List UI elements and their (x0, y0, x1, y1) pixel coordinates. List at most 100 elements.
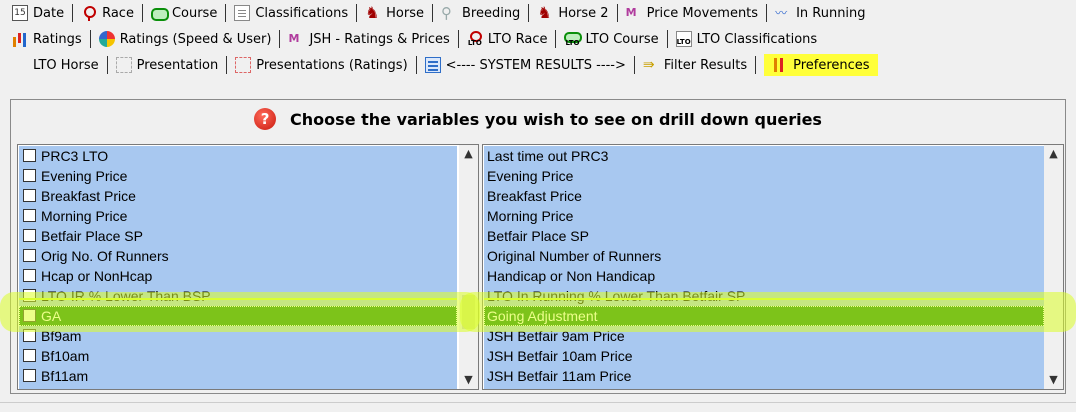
tab-in-running[interactable]: 〰 In Running (771, 2, 869, 24)
tab-ratings[interactable]: Ratings (8, 28, 86, 50)
checklist-item[interactable]: Hcap or NonHcap (19, 266, 457, 286)
classifications-icon (234, 5, 251, 21)
checklist-item[interactable]: Orig No. Of Runners (19, 246, 457, 266)
description-item[interactable]: Handicap or Non Handicap (484, 266, 1044, 286)
breeding-icon: ⚲ (440, 4, 452, 22)
checkbox[interactable] (23, 209, 36, 222)
tab-horse[interactable]: ♞ Horse (361, 2, 428, 24)
tab-label: Preferences (793, 57, 870, 73)
tab-ratings-speed-user[interactable]: Ratings (Speed & User) (95, 28, 276, 50)
checklist-item[interactable]: Bf11am (19, 366, 457, 386)
tab-row-1: 15 Date Race Course Classifications ♞ Horse ⚲ Br… (0, 0, 1076, 26)
tab-row-2: Ratings Ratings (Speed & User) M JSH - Rati… (0, 26, 1076, 52)
status-divider (0, 402, 1076, 403)
tab-filter-results[interactable]: ⇛ Filter Results (639, 54, 751, 76)
scroll-up-arrow-icon[interactable]: ▲ (459, 145, 478, 163)
left-list-scroll-thumb[interactable] (462, 295, 475, 329)
tab-label: Date (33, 5, 65, 21)
checkbox[interactable] (23, 169, 36, 182)
tab-breeding[interactable]: ⚲ Breeding (437, 2, 524, 24)
tab-jsh-ratings-prices[interactable]: M JSH - Ratings & Prices (284, 28, 453, 50)
tab-label: LTO Classifications (696, 31, 818, 47)
description-item[interactable]: Betfair Place SP (484, 226, 1044, 246)
tab-label: Ratings (33, 31, 82, 47)
tab-course[interactable]: Course (147, 2, 221, 24)
tab-separator (72, 4, 74, 22)
race-pin-icon (81, 5, 97, 21)
tab-label: Breeding (461, 5, 521, 21)
checkbox[interactable] (23, 369, 36, 382)
variables-description-list[interactable]: Last time out PRC3 Evening Price Breakfast… (482, 144, 1064, 390)
checkbox[interactable] (23, 229, 36, 242)
tab-lto-race[interactable]: LTO LTO Race (463, 28, 552, 50)
variables-checklist-items: PRC3 LTO Evening Price Breakfast Price Morn… (19, 146, 457, 389)
checkbox[interactable]: ✓ (23, 309, 36, 322)
description-item[interactable]: Breakfast Price (484, 186, 1044, 206)
tab-system-results[interactable]: <---- SYSTEM RESULTS ----> (421, 54, 630, 76)
tab-separator (279, 30, 281, 48)
scroll-down-arrow-icon[interactable]: ▼ (459, 371, 478, 389)
tab-separator (141, 4, 143, 22)
checklist-item[interactable]: PRC3 LTO (19, 146, 457, 166)
left-list-scrollbar[interactable]: ▲ ▼ (459, 145, 478, 389)
checkbox[interactable]: ✓ (23, 389, 36, 390)
right-list-scrollbar[interactable]: ▲ ▼ (1044, 145, 1063, 389)
tab-label: Race (102, 5, 134, 21)
checklist-item[interactable]: Morning Price (19, 206, 457, 226)
tab-classifications[interactable]: Classifications (230, 2, 352, 24)
checklist-item[interactable]: ✓ GA (19, 306, 457, 326)
scroll-down-arrow-icon[interactable]: ▼ (1044, 371, 1063, 389)
checklist-item[interactable]: LTO IR % Lower Than BSP (19, 286, 457, 306)
checklist-item[interactable]: Evening Price (19, 166, 457, 186)
tab-label: Course (171, 5, 218, 21)
scroll-up-arrow-icon[interactable]: ▲ (1044, 145, 1063, 163)
tab-presentation[interactable]: Presentation (112, 54, 223, 76)
description-item[interactable]: LTO In Running % Lower Than Betfair SP (484, 286, 1044, 306)
checkbox[interactable] (23, 189, 36, 202)
checklist-item[interactable]: ✓ Bf9 - 11am M... (19, 386, 457, 390)
tab-separator (616, 4, 618, 22)
variables-checklist[interactable]: PRC3 LTO Evening Price Breakfast Price Morn… (17, 144, 479, 390)
tab-presentations-ratings[interactable]: Presentations (Ratings) (231, 54, 411, 76)
checklist-item[interactable]: Bf9am (19, 326, 457, 346)
checklist-item-label: Breakfast Price (41, 188, 136, 204)
filter-icon: ⇛ (642, 57, 655, 73)
tab-price-movements[interactable]: M Price Movements (622, 2, 762, 24)
description-item[interactable]: Original Number of Runners (484, 246, 1044, 266)
tab-race[interactable]: Race (77, 2, 138, 24)
calendar-icon: 15 (12, 5, 28, 21)
description-item[interactable]: Morning Price (484, 206, 1044, 226)
checklist-item-label: Bf9 - 11am M... (41, 388, 136, 389)
tab-lto-course[interactable]: LTO LTO Course (560, 28, 662, 50)
tab-date[interactable]: 15 Date (8, 2, 68, 24)
checkbox[interactable] (23, 249, 36, 262)
panel-header-text: Choose the variables you wish to see on … (290, 109, 822, 129)
tab-separator (666, 30, 668, 48)
tab-label: Presentations (Ratings) (256, 57, 408, 73)
description-item[interactable]: JSH Betfair 9am Price (484, 326, 1044, 346)
checkbox[interactable] (23, 289, 36, 302)
horse-icon: ♞ (537, 3, 552, 22)
tab-preferences[interactable]: Preferences (764, 54, 878, 76)
description-item[interactable]: JSH Betfair 10am Price (484, 346, 1044, 366)
description-item[interactable]: Evening Price (484, 166, 1044, 186)
checkbox[interactable] (23, 149, 36, 162)
tab-lto-horse[interactable]: LTO Horse (8, 54, 103, 76)
tab-horse-2[interactable]: ♞ Horse 2 (533, 2, 612, 24)
description-item[interactable]: Going Adjustment (484, 306, 1044, 326)
tab-lto-classifications[interactable]: LTO LTO Classifications (672, 28, 822, 50)
checkbox[interactable] (23, 349, 36, 362)
description-item[interactable]: Last time out PRC3 (484, 146, 1044, 166)
checkbox[interactable] (23, 329, 36, 342)
checkbox[interactable] (23, 269, 36, 282)
tab-label: Presentation (136, 57, 219, 73)
checklist-item[interactable]: Betfair Place SP (19, 226, 457, 246)
checklist-item[interactable]: Bf10am (19, 346, 457, 366)
lto-classifications-icon: LTO (675, 31, 692, 47)
tab-label: LTO Horse (33, 57, 99, 73)
description-item[interactable]: JSH Betfair 11am Price (484, 366, 1044, 386)
checklist-item[interactable]: Breakfast Price (19, 186, 457, 206)
description-item[interactable]: JSH 9am to 11am Movement % (484, 386, 1044, 389)
pie-chart-icon (98, 31, 115, 47)
presentation-icon (115, 57, 132, 73)
